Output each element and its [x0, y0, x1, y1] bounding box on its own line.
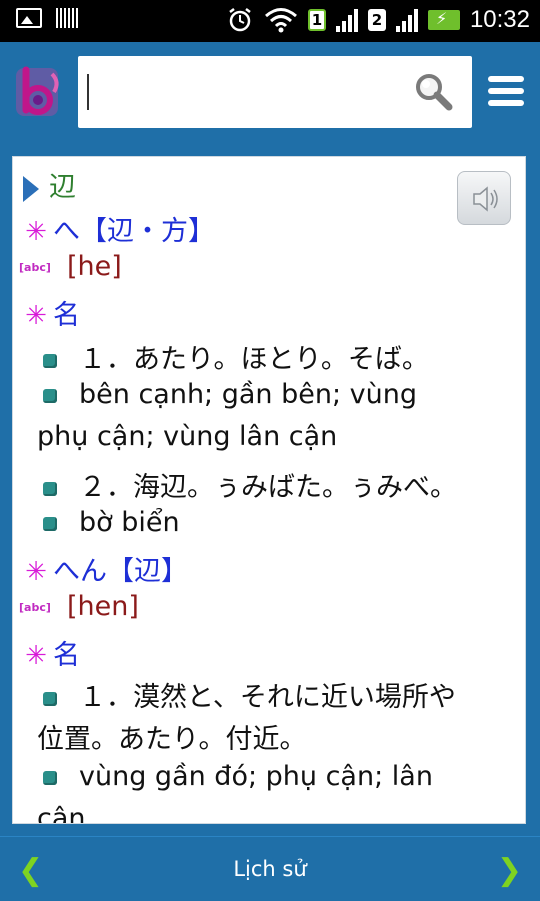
sense-item: bên cạnh; gần bên; vùng	[13, 379, 417, 410]
pos-row: ✳ 名	[13, 293, 80, 332]
arrow-right-icon	[23, 175, 39, 202]
bottom-bar: ❮ Lịch sử ❯	[0, 836, 540, 901]
sense-item: １．漠然と、それに近い場所や	[13, 675, 456, 714]
romaji-row: [abc] [hen]	[13, 591, 139, 622]
signal-strength-2-icon	[395, 8, 418, 32]
wifi-icon	[264, 8, 297, 33]
star-icon: ✳	[25, 641, 47, 671]
battery-charging-icon	[427, 9, 460, 30]
headword: 辺	[49, 172, 76, 203]
reading-row: ✳ へん【辺】	[13, 549, 188, 588]
speaker-icon	[473, 186, 498, 212]
sense-item: bờ biển	[13, 507, 180, 538]
sense-continuation: cận	[37, 803, 86, 824]
reading-kana: へん【辺】	[53, 556, 188, 587]
sense-continuation: 位置。あたり。付近。	[37, 724, 307, 755]
status-bar: 1 2 10:32	[0, 0, 540, 42]
reading-kana: へ【辺・方】	[53, 216, 215, 247]
abc-icon: [abc]	[19, 601, 51, 614]
image-notification-icon	[16, 8, 42, 28]
sim2-icon: 2	[367, 9, 386, 31]
abc-icon: [abc]	[19, 261, 51, 274]
text-cursor	[87, 74, 89, 110]
star-icon: ✳	[25, 557, 47, 587]
search-box[interactable]	[78, 56, 472, 128]
barcode-notification-icon	[56, 8, 80, 28]
headword-row: 辺	[13, 165, 76, 204]
definition-panel[interactable]: 辺 ✳ へ【辺・方】 [abc] [he] ✳ 名 １．あたり。ほとり。そば。 bên…	[12, 156, 526, 824]
part-of-speech: 名	[53, 640, 80, 671]
sense-continuation: phụ cận; vùng lân cận	[37, 421, 338, 452]
search-icon[interactable]	[414, 72, 454, 112]
bullet-icon	[43, 516, 57, 531]
pos-row: ✳ 名	[13, 633, 80, 672]
romaji-row: [abc] [he]	[13, 251, 122, 282]
reading-row: ✳ へ【辺・方】	[13, 209, 215, 248]
history-button[interactable]: Lịch sử	[0, 857, 540, 881]
app-bar	[0, 42, 540, 146]
search-input[interactable]	[84, 70, 408, 116]
app-logo-icon[interactable]	[14, 64, 64, 120]
sim1-icon: 1	[307, 9, 326, 31]
bullet-icon	[43, 770, 57, 785]
star-icon: ✳	[25, 217, 47, 247]
romaji: [he]	[67, 251, 122, 282]
bullet-icon	[43, 481, 57, 496]
romaji: [hen]	[67, 591, 139, 622]
signal-strength-1-icon	[335, 8, 358, 32]
next-button[interactable]: ❯	[497, 853, 522, 888]
star-icon: ✳	[25, 301, 47, 331]
alarm-icon	[229, 8, 251, 32]
pronounce-button[interactable]	[457, 171, 511, 225]
sense-item: １．あたり。ほとり。そば。	[13, 337, 429, 376]
bullet-icon	[43, 388, 57, 403]
bullet-icon	[43, 691, 57, 706]
sense-item: ２．海辺。ぅみばた。ぅみべ。	[13, 465, 457, 504]
sense-item: vùng gần đó; phụ cận; lân	[13, 761, 433, 792]
bullet-icon	[43, 353, 57, 368]
status-time: 10:32	[469, 6, 530, 33]
menu-icon[interactable]	[488, 76, 526, 108]
part-of-speech: 名	[53, 300, 80, 331]
